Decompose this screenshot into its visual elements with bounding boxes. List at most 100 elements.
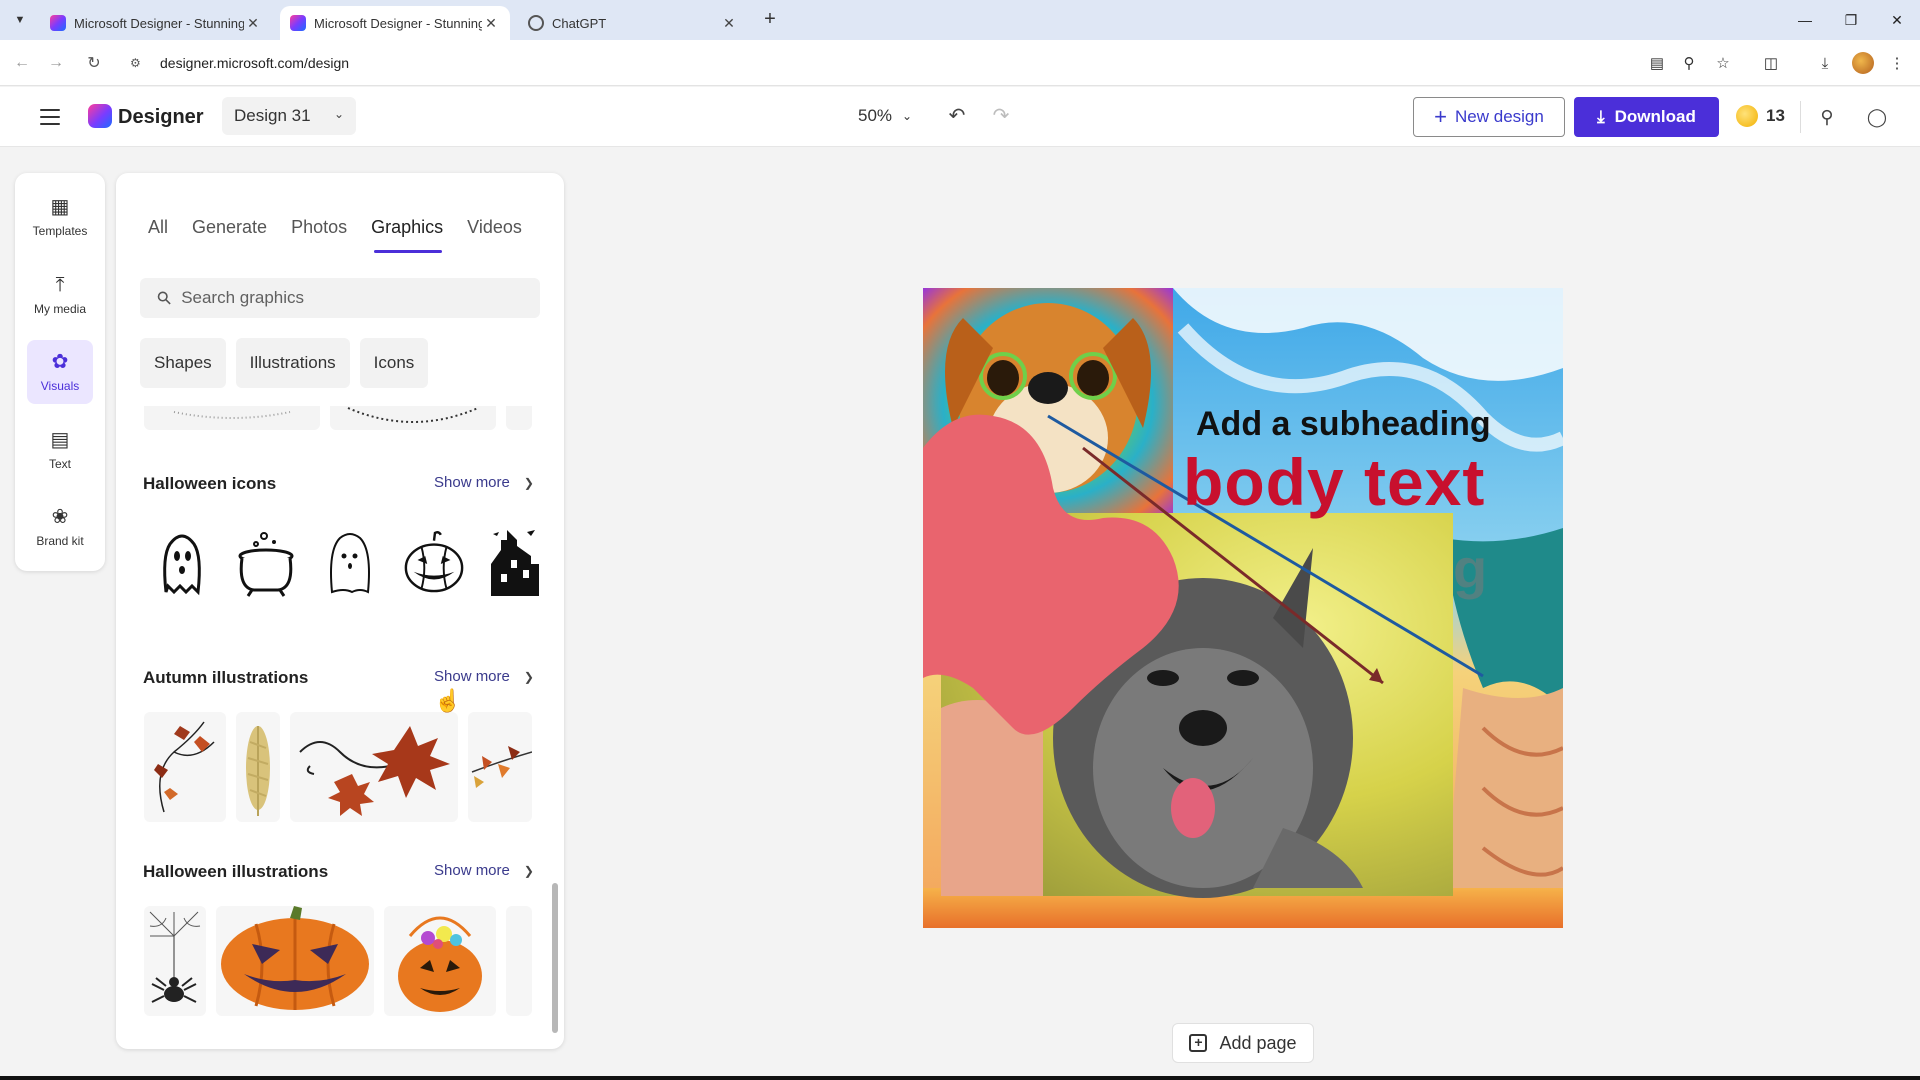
maple-leaf-illustration[interactable] <box>290 712 458 822</box>
extensions-puzzle-icon[interactable]: ◫ <box>1760 52 1782 74</box>
canvas-body-text[interactable]: body text <box>1183 444 1485 520</box>
header-divider <box>1800 101 1801 133</box>
filter-chips: Shapes Illustrations Icons <box>140 338 429 388</box>
minimize-icon[interactable]: — <box>1782 0 1828 40</box>
reload-icon[interactable]: ↻ <box>82 51 106 75</box>
rail-item-visuals[interactable]: ✿ Visuals <box>27 340 93 404</box>
jack-o-lantern-icon[interactable] <box>402 526 466 598</box>
rail-item-text[interactable]: ▤ Text <box>27 418 93 482</box>
tab-videos[interactable]: Videos <box>467 217 522 238</box>
profile-avatar[interactable] <box>1852 52 1874 74</box>
chevron-down-icon: ⌄ <box>902 109 913 123</box>
browser-toolbar: ← → ↻ ⚙ designer.microsoft.com/design ▤ … <box>0 40 1920 86</box>
plus-icon: + <box>1434 104 1448 129</box>
cauldron-icon[interactable] <box>234 526 298 598</box>
bookmark-star-icon[interactable]: ☆ <box>1712 52 1734 74</box>
add-page-button[interactable]: + Add page <box>1172 1023 1314 1063</box>
show-more-autumn-illustrations[interactable]: Show more ❯ <box>434 668 534 685</box>
show-more-halloween-icons[interactable]: Show more ❯ <box>434 474 534 491</box>
section-title-halloween-icons: Halloween icons <box>143 474 277 493</box>
partial-graphic[interactable] <box>506 406 532 430</box>
leaf-swirl-illustration[interactable] <box>144 712 226 822</box>
new-design-label: New design <box>1455 107 1544 126</box>
site-settings-icon[interactable]: ⚙ <box>130 56 150 70</box>
coin-icon <box>1736 105 1758 127</box>
dotted-curve-graphic[interactable] <box>330 406 496 430</box>
browser-tab-designer-2[interactable]: Microsoft Designer - Stunning ✕ <box>280 6 510 40</box>
downloads-icon[interactable]: ⤓ <box>1814 52 1836 74</box>
close-window-icon[interactable]: ✕ <box>1874 0 1920 40</box>
address-bar[interactable]: ⚙ designer.microsoft.com/design <box>124 47 1664 79</box>
undo-icon[interactable]: ↶ <box>944 103 970 129</box>
redo-icon[interactable]: ↷ <box>988 103 1014 129</box>
mouse-pointer-icon: ☝ <box>434 688 462 713</box>
app-header: Designer Design 31 ⌄ 50% ⌄ ↶ ↷ + New des… <box>0 87 1920 147</box>
rail-item-brand-kit[interactable]: ❀ Brand kit <box>27 495 93 559</box>
canvas-subheading[interactable]: Add a subheading <box>1196 405 1491 444</box>
panel-scrollbar[interactable] <box>552 883 558 1033</box>
design-canvas[interactable]: g Add a subheading body text <box>923 288 1563 928</box>
share-people-icon[interactable]: ⚲ <box>1814 104 1840 130</box>
browser-tab-chatgpt[interactable]: ChatGPT ✕ <box>518 6 748 40</box>
tab-title: ChatGPT <box>552 15 607 31</box>
download-label: Download <box>1614 107 1696 126</box>
candy-bucket-illustration[interactable] <box>384 906 496 1016</box>
forward-arrow-icon[interactable]: → <box>44 51 68 75</box>
install-app-icon[interactable]: ▤ <box>1646 52 1668 74</box>
zoom-magnifier-icon[interactable]: ⚲ <box>1678 52 1700 74</box>
design-name-label: Design 31 <box>234 106 311 125</box>
new-tab-plus-icon[interactable]: + <box>758 8 782 32</box>
chip-shapes[interactable]: Shapes <box>140 338 226 388</box>
wheat-illustration[interactable] <box>236 712 280 822</box>
credits-counter[interactable]: 13 <box>1736 105 1785 127</box>
taskbar-edge <box>0 1076 1920 1080</box>
chip-illustrations[interactable]: Illustrations <box>235 338 350 388</box>
account-person-icon[interactable]: ◯ <box>1864 104 1890 130</box>
panel-tabs: All Generate Photos Graphics Videos <box>148 217 522 238</box>
designer-logo-icon <box>88 104 112 128</box>
search-graphics-field[interactable]: ⚲ <box>140 278 540 318</box>
add-page-icon: + <box>1189 1034 1208 1052</box>
close-tab-icon[interactable]: ✕ <box>244 15 262 32</box>
dotted-arc-graphic[interactable] <box>144 406 320 430</box>
tab-photos[interactable]: Photos <box>291 217 347 238</box>
tab-all[interactable]: All <box>148 217 168 238</box>
tab-generate[interactable]: Generate <box>192 217 267 238</box>
tab-search-chevron-icon[interactable]: ▼ <box>8 8 32 32</box>
leaf-branch-illustration[interactable] <box>468 712 532 822</box>
back-arrow-icon[interactable]: ← <box>10 51 34 75</box>
chevron-right-icon: ❯ <box>523 475 534 490</box>
partial-illustration[interactable] <box>506 906 532 1016</box>
menu-hamburger-icon[interactable] <box>38 105 62 129</box>
close-tab-icon[interactable]: ✕ <box>482 15 500 32</box>
ghost-icon[interactable] <box>150 526 214 598</box>
browser-tab-designer-1[interactable]: Microsoft Designer - Stunning ✕ <box>40 6 272 40</box>
new-design-button[interactable]: + New design <box>1413 97 1565 137</box>
brand-name: Designer <box>118 106 204 128</box>
zoom-dropdown[interactable]: 50% ⌄ <box>858 106 912 126</box>
spider-illustration[interactable] <box>144 906 206 1016</box>
pumpkin-illustration[interactable] <box>216 906 374 1016</box>
rail-item-templates[interactable]: ▦ Templates <box>27 185 93 249</box>
chip-icons[interactable]: Icons <box>359 338 429 388</box>
search-input[interactable] <box>181 288 522 308</box>
haunted-house-icon[interactable] <box>482 526 546 598</box>
tab-title: Microsoft Designer - Stunning <box>314 15 482 31</box>
rail-label: Visuals <box>40 379 80 393</box>
rail-item-my-media[interactable]: ⤒ My media <box>27 263 93 327</box>
show-more-halloween-illustrations[interactable]: Show more ❯ <box>434 862 534 879</box>
ghost-outline-icon[interactable] <box>318 526 382 598</box>
palette-icon: ❀ <box>51 506 69 528</box>
design-name-dropdown[interactable]: Design 31 ⌄ <box>222 97 356 135</box>
svg-text:g: g <box>1453 537 1487 600</box>
tab-graphics[interactable]: Graphics <box>371 217 443 238</box>
restore-icon[interactable]: ❐ <box>1828 0 1874 40</box>
browser-menu-icon[interactable]: ⋮ <box>1886 52 1908 74</box>
chevron-right-icon: ❯ <box>523 669 534 684</box>
text-icon: ▤ <box>50 429 70 451</box>
download-button[interactable]: ⤓ Download <box>1574 97 1719 137</box>
tab-title: Microsoft Designer - Stunning <box>74 15 244 31</box>
dotted-curve-icon <box>347 407 479 423</box>
close-tab-icon[interactable]: ✕ <box>720 15 738 32</box>
graphics-scroll-area[interactable]: Halloween icons Show more ❯ Autumn illus… <box>116 406 564 1049</box>
